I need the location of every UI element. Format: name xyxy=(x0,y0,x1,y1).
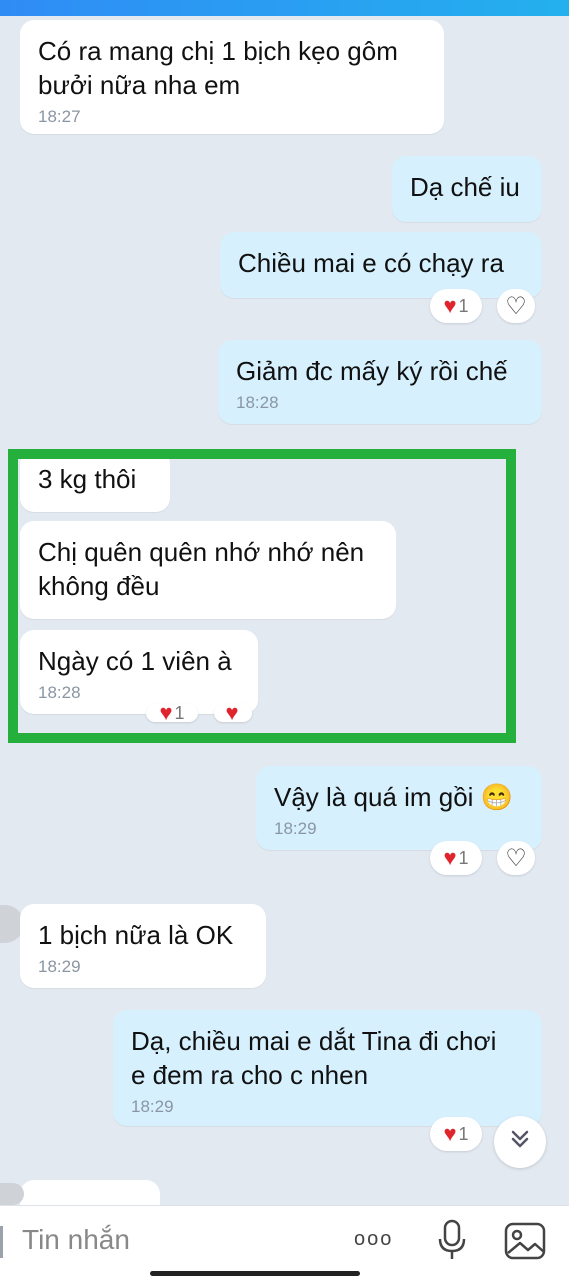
message-bubble-incoming[interactable]: 1 bịch nữa là OK 18:29 xyxy=(20,904,266,988)
message-bubble-outgoing[interactable]: Giảm đc mấy ký rồi chế 18:28 xyxy=(218,340,542,424)
message-text: Giảm đc mấy ký rồi chế xyxy=(236,356,508,386)
message-bubble-outgoing[interactable]: Dạ chế iu xyxy=(392,156,542,222)
heart-outline-icon: ♡ xyxy=(505,292,527,320)
reaction-badge[interactable]: ♥ 1 xyxy=(430,841,482,875)
message-text: Chiều mai e có chạy ra xyxy=(238,248,504,278)
more-icon[interactable]: ooo xyxy=(354,1228,393,1251)
highlight-frame xyxy=(8,449,516,743)
message-bubble-outgoing[interactable]: Vậy là quá im gồi 😁 18:29 xyxy=(256,766,542,850)
home-indicator xyxy=(150,1271,360,1276)
message-bubble-outgoing[interactable]: Dạ, chiều mai e dắt Tina đi chơi e đem r… xyxy=(113,1010,542,1126)
microphone-icon[interactable] xyxy=(436,1219,468,1268)
message-time: 18:27 xyxy=(38,107,81,126)
react-button[interactable]: ♡ xyxy=(497,289,535,323)
message-input[interactable]: Tin nhắn xyxy=(22,1224,130,1256)
avatar[interactable] xyxy=(0,1183,24,1205)
heart-filled-icon: ♥ xyxy=(443,1121,457,1146)
message-text: Vậy là quá im gồi 😁 xyxy=(274,782,514,812)
reaction-count: 1 xyxy=(458,1123,469,1144)
heart-filled-icon: ♥ xyxy=(443,845,457,870)
react-button[interactable]: ♡ xyxy=(497,841,535,875)
reaction-count: 1 xyxy=(458,847,469,868)
heart-outline-icon: ♡ xyxy=(505,844,527,872)
message-time: 18:29 xyxy=(274,819,317,838)
message-time: 18:29 xyxy=(38,957,81,976)
message-text: 1 bịch nữa là OK xyxy=(38,920,234,950)
scroll-to-bottom-button[interactable] xyxy=(494,1116,546,1168)
composer-bar: Tin nhắn ooo xyxy=(0,1205,569,1281)
reaction-badge[interactable]: ♥ 1 xyxy=(430,289,482,323)
input-cursor xyxy=(0,1226,3,1258)
message-text: Dạ, chiều mai e dắt Tina đi chơi e đem r… xyxy=(131,1026,497,1090)
heart-filled-icon: ♥ xyxy=(443,293,457,318)
chevron-double-down-icon xyxy=(507,1126,533,1159)
message-text: Dạ chế iu xyxy=(410,172,520,202)
status-bar xyxy=(0,0,569,16)
message-bubble-outgoing[interactable]: Chiều mai e có chạy ra xyxy=(220,232,542,298)
message-time: 18:28 xyxy=(236,393,279,412)
reaction-count: 1 xyxy=(458,295,469,316)
message-text: Có ra mang chị 1 bịch kẹo gôm bưởi nữa n… xyxy=(38,36,398,100)
message-bubble-incoming[interactable]: Có ra mang chị 1 bịch kẹo gôm bưởi nữa n… xyxy=(20,20,444,134)
reaction-badge[interactable]: ♥ 1 xyxy=(430,1117,482,1151)
image-icon[interactable] xyxy=(503,1221,547,1266)
message-time: 18:29 xyxy=(131,1097,174,1116)
